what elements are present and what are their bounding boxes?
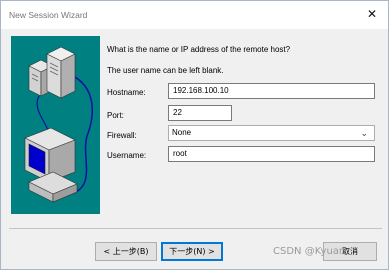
username-label: Username: — [107, 151, 147, 160]
new-session-wizard-window: New Session Wizard ✕ What is the name or… — [0, 0, 389, 270]
firewall-selected-value: None — [172, 128, 192, 137]
hint-text: The user name can be left blank. — [107, 66, 224, 75]
chevron-down-icon: ⌄ — [360, 128, 368, 138]
window-title: New Session Wizard — [9, 10, 88, 20]
port-input[interactable]: 22 — [168, 105, 232, 121]
close-icon: ✕ — [366, 7, 378, 21]
back-button[interactable]: < 上一步(B) — [95, 242, 157, 261]
close-button[interactable]: ✕ — [357, 1, 387, 27]
firewall-select[interactable]: None ⌄ — [168, 125, 375, 141]
hostname-input[interactable]: 192.168.100.10 — [168, 83, 375, 99]
question-text: What is the name or IP address of the re… — [107, 45, 291, 54]
wizard-illustration — [11, 36, 100, 214]
port-label: Port: — [107, 111, 124, 120]
username-input[interactable]: root — [168, 146, 375, 162]
hostname-label: Hostname: — [107, 88, 146, 97]
firewall-label: Firewall: — [107, 131, 137, 140]
csdn-watermark: CSDN @Kyuan — [273, 246, 346, 257]
next-button[interactable]: 下一步(N) > — [161, 242, 223, 261]
button-divider — [9, 228, 382, 229]
network-computers-illustration-icon — [24, 46, 94, 203]
title-bar: New Session Wizard ✕ — [1, 1, 388, 29]
